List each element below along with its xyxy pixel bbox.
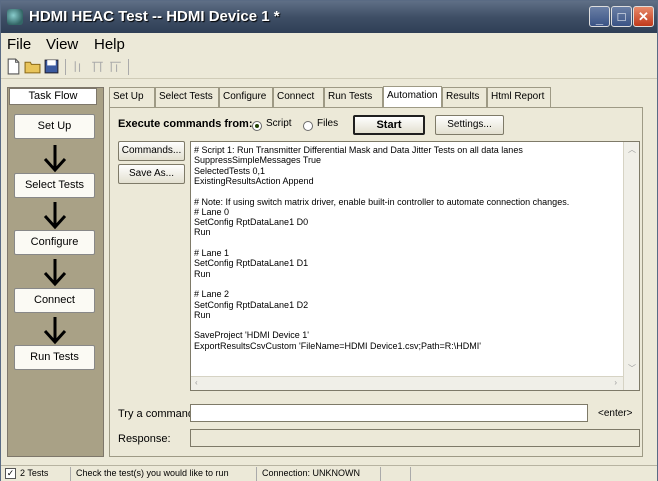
script-line: # Script 1: Run Transmitter Differential… [194,145,523,155]
settings-button[interactable]: Settings... [435,115,504,135]
arrow-down-icon [43,145,67,173]
tab-connect[interactable]: Connect [273,87,324,107]
align-icon[interactable] [107,58,124,75]
files-radio[interactable] [303,121,313,131]
tab-html-report[interactable]: Html Report [487,87,551,107]
tab-results[interactable]: Results [442,87,487,107]
script-editor[interactable]: # Script 1: Run Transmitter Differential… [190,141,640,391]
save-as-button[interactable]: Save As... [118,164,185,184]
scroll-up-icon[interactable]: ︿ [628,144,636,155]
close-icon: ✕ [638,9,649,24]
menu-help[interactable]: Help [94,36,125,53]
script-line: # Lane 1 [194,248,230,258]
title-bar[interactable]: HDMI HEAC Test -- HDMI Device 1 * _ □ ✕ [1,1,657,33]
status-hint: Check the test(s) you would like to run [73,467,257,481]
script-line: Run [194,268,211,279]
tests-count: 2 Tests [17,467,71,481]
menu-view[interactable]: View [46,36,78,53]
try-command-input[interactable] [190,404,588,422]
script-line: SetConfig RptDataLane1 D0 [194,217,309,228]
scroll-left-icon[interactable]: ‹ [195,378,198,387]
script-line: SetConfig RptDataLane1 D2 [194,299,309,310]
response-label: Response: [118,433,171,445]
window-title: HDMI HEAC Test -- HDMI Device 1 * [29,8,280,25]
files-radio-label[interactable]: Files [317,118,338,129]
flow-step-setup[interactable]: Set Up [14,114,95,139]
tab-automation[interactable]: Automation [383,86,442,107]
script-line: ExportResultsCsvCustom 'FileName=HDMI De… [194,340,482,351]
horizontal-scrollbar[interactable]: ‹ › [191,376,623,390]
script-line: # Lane 0 [194,206,230,217]
close-button[interactable]: ✕ [633,6,654,27]
maximize-icon: □ [617,9,626,24]
commands-button[interactable]: Commands... [118,141,185,161]
save-icon[interactable] [43,58,60,75]
script-line: Run [194,227,211,238]
script-line: SuppressSimpleMessages True [194,155,322,166]
script-radio[interactable] [252,121,262,131]
execute-commands-label: Execute commands from: [118,118,253,130]
taskflow-header[interactable]: Task Flow [9,88,97,105]
script-line: Run [194,309,211,320]
status-empty-cell [381,467,411,481]
script-line: ExistingResultsAction Append [194,175,314,186]
status-bar: ✓ 2 Tests Check the test(s) you would li… [1,465,657,481]
minimize-button[interactable]: _ [589,6,610,27]
response-field [190,429,640,447]
tests-checkbox[interactable]: ✓ [5,468,16,479]
script-line: # Lane 2 [194,289,230,300]
script-line: # Note: If using switch matrix driver, e… [194,196,570,207]
toolbar-separator [65,59,66,75]
scroll-down-icon[interactable]: ﹀ [628,363,636,374]
connection-status: Connection: UNKNOWN [259,467,381,481]
menu-bar: File View Help [1,33,657,55]
toolbar-separator [128,59,129,75]
taskflow-title: Task Flow [28,90,78,102]
tab-configure[interactable]: Configure [219,87,273,107]
maximize-button[interactable]: □ [611,6,632,27]
script-line: SaveProject 'HDMI Device 1' [194,330,309,341]
arrow-down-icon [43,317,67,345]
try-command-label: Try a command: [118,408,198,420]
flow-step-connect[interactable]: Connect [14,288,95,313]
minimize-icon: _ [595,11,604,26]
script-line: SetConfig RptDataLane1 D1 [194,258,309,269]
enter-label: <enter> [598,408,633,419]
flow-step-run-tests[interactable]: Run Tests [14,345,95,370]
tab-select-tests[interactable]: Select Tests [155,87,219,107]
tab-setup[interactable]: Set Up [109,87,155,107]
tab-run-tests[interactable]: Run Tests [324,87,383,107]
open-folder-icon[interactable] [24,58,41,75]
script-line: SelectedTests 0,1 [194,165,266,176]
flow-step-configure[interactable]: Configure [14,230,95,255]
start-button[interactable]: Start [353,115,425,135]
flow-step-select-tests[interactable]: Select Tests [14,173,95,198]
arrow-down-icon [43,259,67,287]
arrow-down-icon [43,202,67,230]
vertical-scrollbar[interactable]: ︿ ﹀ [623,142,639,390]
toolbar [1,55,657,79]
scroll-right-icon[interactable]: › [614,378,617,387]
menu-file[interactable]: File [7,36,31,53]
paste-icon[interactable] [89,58,106,75]
cut-icon[interactable] [71,58,88,75]
application-window: HDMI HEAC Test -- HDMI Device 1 * _ □ ✕ … [0,0,658,481]
new-file-icon[interactable] [5,58,22,75]
app-icon [7,9,23,25]
script-radio-label[interactable]: Script [266,118,292,129]
